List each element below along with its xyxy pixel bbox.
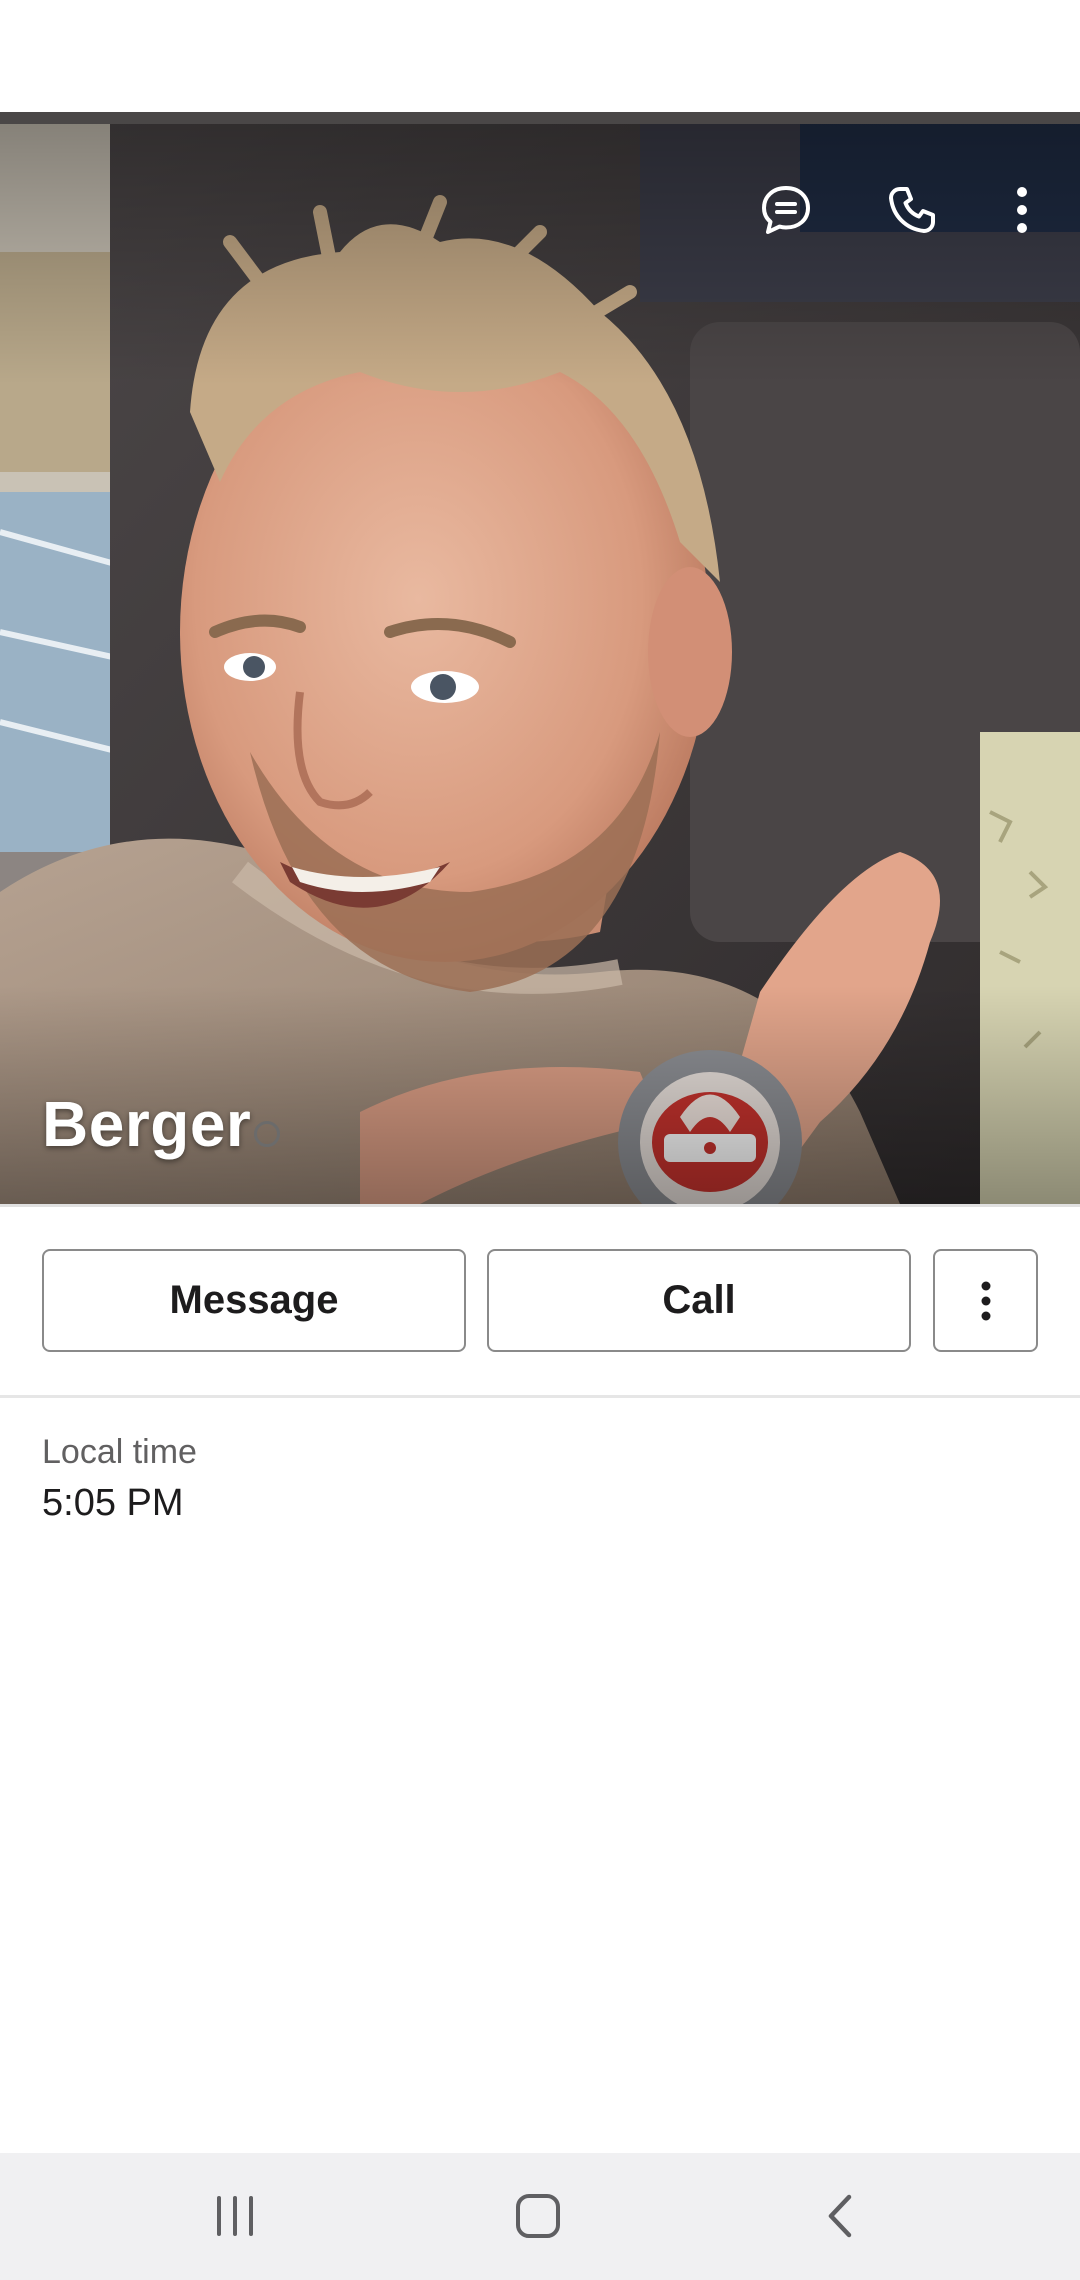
call-button[interactable]: Call (487, 1249, 911, 1352)
hero-more-button[interactable] (974, 162, 1070, 258)
presence-indicator (254, 1121, 280, 1147)
back-button[interactable] (780, 2171, 900, 2261)
home-icon (516, 2194, 560, 2238)
status-bar (0, 0, 1080, 112)
message-button-label: Message (169, 1278, 339, 1322)
message-button[interactable]: Message (42, 1249, 466, 1352)
profile-photo (0, 112, 1080, 1204)
hero-message-button[interactable] (738, 162, 834, 258)
hero-divider (0, 1204, 1080, 1207)
local-time-value: 5:05 PM (42, 1482, 184, 1524)
recent-apps-button[interactable] (175, 2171, 295, 2261)
back-chevron-icon (828, 2194, 852, 2238)
hero-call-button[interactable] (864, 162, 960, 258)
recent-apps-icon (217, 2196, 253, 2236)
kebab-menu-icon (981, 1281, 990, 1320)
hero-top-border (0, 112, 1080, 124)
phone-icon (889, 187, 935, 233)
profile-photo-header: Berger (0, 112, 1080, 1204)
call-button-label: Call (662, 1278, 736, 1322)
section-divider (0, 1395, 1080, 1398)
local-time-label: Local time (42, 1433, 197, 1471)
message-bubble-icon (762, 186, 810, 234)
more-actions-button[interactable] (933, 1249, 1038, 1352)
profile-name: Berger (42, 1088, 252, 1160)
kebab-menu-icon (1017, 187, 1027, 233)
home-button[interactable] (478, 2171, 598, 2261)
system-navigation-bar (0, 2153, 1080, 2280)
